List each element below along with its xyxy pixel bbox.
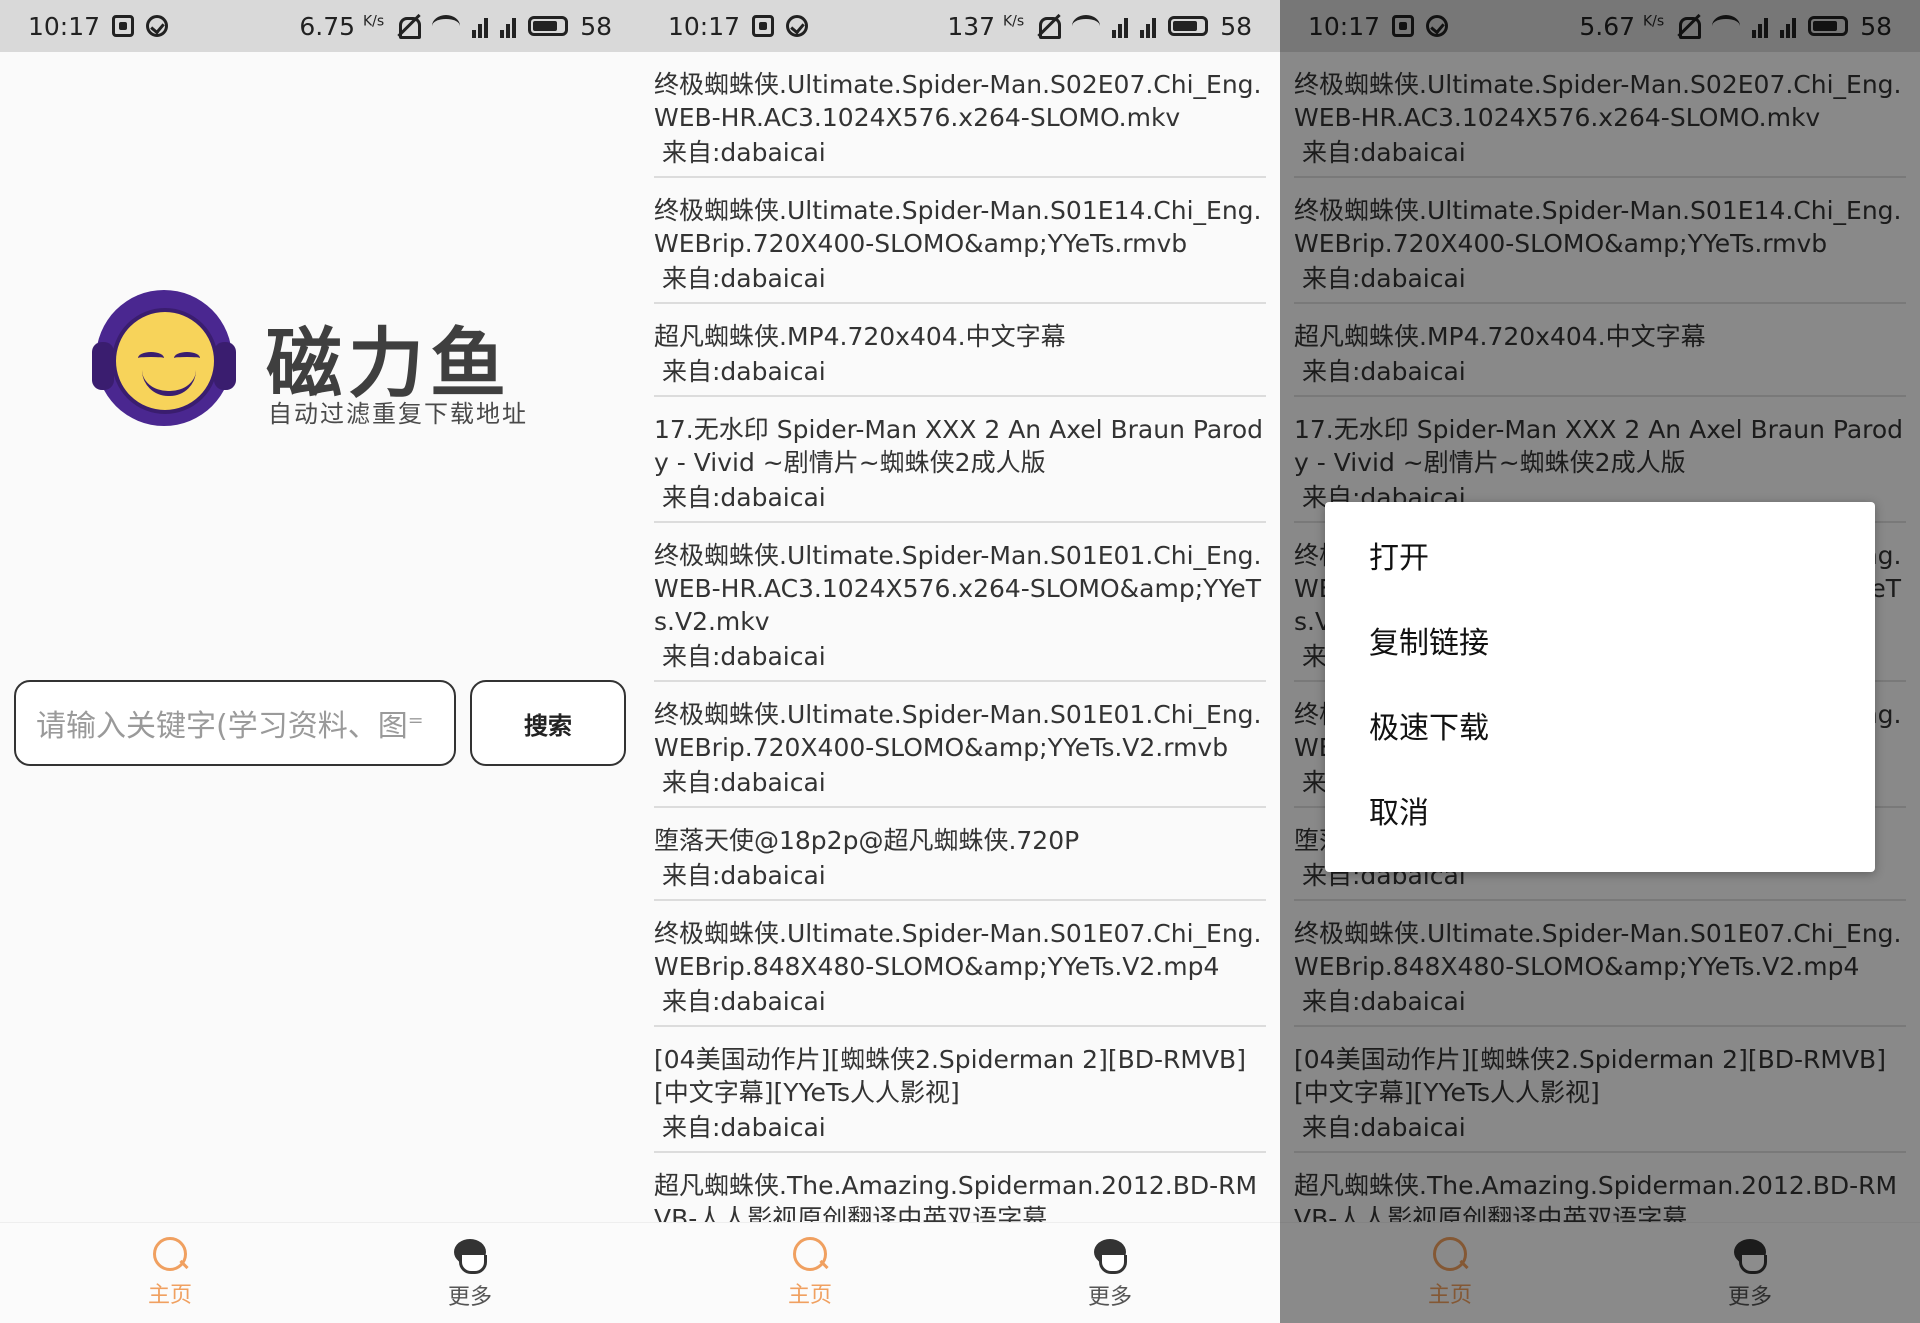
signal-icon bbox=[472, 14, 489, 38]
logo-mascot-icon bbox=[92, 290, 236, 426]
logo-subtitle: 自动过滤重复下载地址 bbox=[268, 400, 528, 428]
status-bar: 10:17 137 K/s 58 bbox=[640, 0, 1280, 52]
app-logo: 磁力鱼 自动过滤重复下载地址 bbox=[92, 290, 556, 440]
list-item[interactable]: 终极蜘蛛侠.Ultimate.Spider-Man.S01E07.Chi_Eng… bbox=[654, 901, 1266, 1027]
item-title: 终极蜘蛛侠.Ultimate.Spider-Man.S01E01.Chi_Eng… bbox=[654, 541, 1262, 636]
list-item[interactable]: 堕落天使@18p2p@超凡蜘蛛侠.720P 来自:dabaicai bbox=[654, 808, 1266, 901]
nav-home[interactable]: 主页 bbox=[110, 1235, 230, 1309]
item-title: [04美国动作片][蜘蛛侠2.Spiderman 2][BD-RMVB][中文字… bbox=[654, 1045, 1246, 1107]
item-source: 来自:dabaicai bbox=[662, 1113, 826, 1142]
wifi-icon bbox=[1072, 15, 1101, 37]
battery-icon bbox=[528, 16, 569, 36]
menu-item-cancel[interactable]: 取消 bbox=[1325, 771, 1875, 856]
results-screen: 10:17 137 K/s 58 终极蜘蛛侠.Ultimate.Spider-M… bbox=[640, 0, 1280, 1323]
list-item[interactable]: 终极蜘蛛侠.Ultimate.Spider-Man.S01E01.Chi_Eng… bbox=[654, 523, 1266, 682]
nav-more-label: 更多 bbox=[1087, 1285, 1132, 1310]
home-screen: 10:17 6.75 K/s 58 磁力鱼 自动过滤重复下载地址 请输入关键字(… bbox=[0, 0, 640, 1323]
item-title: 终极蜘蛛侠.Ultimate.Spider-Man.S02E07.Chi_Eng… bbox=[654, 70, 1262, 132]
network-speed: 6.75 K/s bbox=[299, 11, 385, 41]
item-title: 终极蜘蛛侠.Ultimate.Spider-Man.S01E01.Chi_Eng… bbox=[654, 700, 1262, 762]
network-speed: 137 K/s bbox=[947, 11, 1025, 41]
menu-item-open[interactable]: 打开 bbox=[1325, 516, 1875, 601]
battery-level: 58 bbox=[1220, 11, 1252, 41]
item-source: 来自:dabaicai bbox=[662, 138, 826, 167]
item-title: 终极蜘蛛侠.Ultimate.Spider-Man.S01E14.Chi_Eng… bbox=[654, 196, 1262, 258]
search-button[interactable]: 搜索 bbox=[470, 680, 626, 766]
nav-more[interactable]: 更多 bbox=[1050, 1235, 1170, 1311]
nav-home-label: 主页 bbox=[787, 1283, 832, 1308]
signal-icon-2 bbox=[500, 14, 517, 38]
notification-icon bbox=[752, 15, 775, 37]
battery-icon bbox=[1168, 16, 1209, 36]
status-bar: 10:17 6.75 K/s 58 bbox=[0, 0, 640, 52]
status-time: 10:17 bbox=[668, 11, 741, 41]
status-time: 10:17 bbox=[28, 11, 101, 41]
nav-more-label: 更多 bbox=[447, 1285, 492, 1310]
item-source: 来自:dabaicai bbox=[662, 264, 826, 293]
more-icon bbox=[1091, 1235, 1129, 1275]
item-title: 堕落天使@18p2p@超凡蜘蛛侠.720P bbox=[654, 826, 1080, 855]
menu-item-fast-download[interactable]: 极速下载 bbox=[1325, 686, 1875, 771]
item-source: 来自:dabaicai bbox=[662, 768, 826, 797]
item-title: 终极蜘蛛侠.Ultimate.Spider-Man.S01E07.Chi_Eng… bbox=[654, 919, 1262, 981]
menu-item-copy-link[interactable]: 复制链接 bbox=[1325, 601, 1875, 686]
item-source: 来自:dabaicai bbox=[662, 861, 826, 890]
list-item[interactable]: 终极蜘蛛侠.Ultimate.Spider-Man.S02E07.Chi_Eng… bbox=[654, 52, 1266, 178]
bottom-nav: 主页 更多 bbox=[0, 1222, 640, 1323]
search-icon bbox=[151, 1235, 189, 1273]
list-item[interactable]: 终极蜘蛛侠.Ultimate.Spider-Man.S01E01.Chi_Eng… bbox=[654, 682, 1266, 808]
wifi-icon bbox=[432, 15, 461, 37]
item-source: 来自:dabaicai bbox=[662, 642, 826, 671]
item-source: 来自:dabaicai bbox=[662, 483, 826, 512]
notification-icon bbox=[112, 15, 135, 37]
battery-level: 58 bbox=[580, 11, 612, 41]
results-context-screen: 10:17 5.67 K/s 58 终极蜘蛛侠.Ultimate.Spider-… bbox=[1280, 0, 1920, 1323]
item-source: 来自:dabaicai bbox=[662, 987, 826, 1016]
list-item[interactable]: 超凡蜘蛛侠.MP4.720x404.中文字幕来自:dabaicai bbox=[654, 304, 1266, 397]
context-menu: 打开 复制链接 极速下载 取消 bbox=[1325, 502, 1875, 872]
signal-icon-2 bbox=[1140, 14, 1157, 38]
list-item[interactable]: 终极蜘蛛侠.Ultimate.Spider-Man.S01E14.Chi_Eng… bbox=[654, 178, 1266, 304]
mute-bell-icon bbox=[1036, 14, 1062, 39]
list-item[interactable]: 17.无水印 Spider-Man XXX 2 An Axel Braun Pa… bbox=[654, 397, 1266, 523]
search-icon bbox=[791, 1235, 829, 1273]
check-icon bbox=[146, 15, 169, 37]
check-icon bbox=[786, 15, 809, 37]
item-title: 17.无水印 Spider-Man XXX 2 An Axel Braun Pa… bbox=[654, 415, 1264, 477]
list-item[interactable]: [04美国动作片][蜘蛛侠2.Spiderman 2][BD-RMVB][中文字… bbox=[654, 1027, 1266, 1153]
signal-icon bbox=[1112, 14, 1129, 38]
item-source: 来自:dabaicai bbox=[662, 357, 826, 386]
mute-bell-icon bbox=[396, 14, 422, 39]
item-title: 超凡蜘蛛侠.MP4.720x404.中文字幕 bbox=[654, 322, 1066, 351]
results-list: 终极蜘蛛侠.Ultimate.Spider-Man.S02E07.Chi_Eng… bbox=[654, 52, 1266, 1239]
nav-home-label: 主页 bbox=[147, 1283, 192, 1308]
nav-home[interactable]: 主页 bbox=[750, 1235, 870, 1309]
more-icon bbox=[451, 1235, 489, 1275]
search-input[interactable]: 请输入关键字(学习资料、图⁼ bbox=[14, 680, 456, 766]
nav-more[interactable]: 更多 bbox=[410, 1235, 530, 1311]
bottom-nav: 主页 更多 bbox=[640, 1222, 1280, 1323]
